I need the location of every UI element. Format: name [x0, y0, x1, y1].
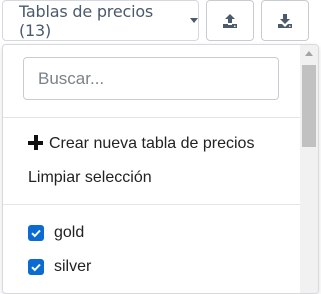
check-icon — [31, 263, 41, 272]
price-tables-dropdown-menu: Crear nueva tabla de precios Limpiar sel… — [2, 44, 319, 294]
clear-selection-label: Limpiar selección — [28, 169, 152, 186]
price-tables-label: Tablas de precios (13) — [19, 1, 154, 40]
divider — [3, 117, 300, 118]
download-icon — [278, 13, 292, 28]
search-input[interactable] — [23, 57, 279, 100]
plus-icon — [28, 135, 43, 150]
toolbar: Tablas de precios (13) — [0, 0, 321, 42]
list-item[interactable]: gold — [28, 222, 84, 244]
scrollbar-thumb[interactable] — [302, 65, 316, 147]
list-item[interactable]: silver — [28, 256, 91, 278]
upload-button[interactable] — [206, 0, 254, 41]
checkbox-checked[interactable] — [28, 225, 44, 241]
clear-selection-link[interactable]: Limpiar selección — [28, 169, 152, 187]
caret-down-icon — [190, 18, 198, 23]
create-price-table-label: Crear nueva tabla de precios — [49, 135, 255, 152]
create-price-table-link[interactable]: Crear nueva tabla de precios — [28, 135, 254, 153]
list-item-label: silver — [54, 258, 92, 275]
check-icon — [31, 229, 41, 238]
divider — [3, 204, 300, 205]
scroll-up-arrow-icon[interactable] — [305, 51, 313, 56]
upload-icon — [223, 13, 237, 28]
checkbox-checked[interactable] — [28, 259, 44, 275]
list-item-label: gold — [54, 224, 85, 241]
scrollbar[interactable] — [300, 45, 318, 293]
download-button[interactable] — [261, 0, 309, 41]
price-tables-dropdown-button[interactable]: Tablas de precios (13) — [2, 0, 199, 41]
